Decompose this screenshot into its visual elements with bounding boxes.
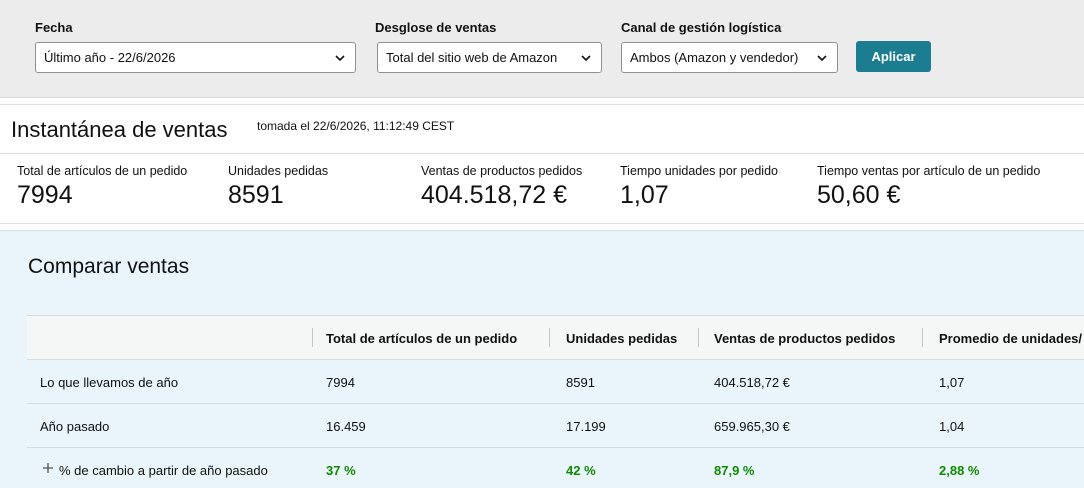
metric-label: Tiempo unidades por pedido [620, 164, 778, 178]
row-label: % de cambio a partir de año pasado [59, 463, 268, 478]
breakdown-filter-label: Desglose de ventas [375, 20, 497, 35]
column-header[interactable]: Total de artículos de un pedido [326, 331, 517, 346]
snapshot-title: Instantánea de ventas [11, 117, 228, 142]
metric-label: Unidades pedidas [228, 164, 329, 178]
row-label: Lo que llevamos de año [40, 375, 179, 390]
table-cell: 7994 [326, 375, 355, 390]
metric-sales-per-item: Tiempo ventas por artículo de un pedido … [817, 164, 1040, 210]
table-row: % de cambio a partir de año pasado 37 % … [27, 448, 1084, 488]
metric-value: 7994 [17, 181, 73, 209]
chevron-down-icon [817, 55, 827, 62]
table-row: Lo que llevamos de año 7994 8591 404.518… [27, 360, 1084, 404]
column-separator [549, 328, 550, 347]
table-cell: 16.459 [326, 419, 366, 434]
table-cell: 8591 [566, 375, 595, 390]
metric-units-ordered: Unidades pedidas 8591 [228, 164, 328, 210]
compare-table: Total de artículos de un pedido Unidades… [27, 315, 1084, 478]
table-cell: 1,07 [939, 375, 965, 390]
table-cell: 1,04 [939, 419, 965, 434]
channel-select-value: Ambos (Amazon y vendedor) [630, 50, 799, 65]
metric-product-sales: Ventas de productos pedidos 404.518,72 € [421, 164, 582, 210]
date-select[interactable]: Último año - 22/6/2026 [35, 42, 356, 73]
column-header[interactable]: Promedio de unidades/ [939, 331, 1082, 346]
column-header[interactable]: Ventas de productos pedidos [714, 331, 895, 346]
channel-filter-label: Canal de gestión logística [621, 20, 782, 35]
metric-value: 1,07 [620, 181, 669, 209]
table-cell: 17.199 [566, 419, 606, 434]
date-filter-label: Fecha [35, 20, 73, 35]
change-cell: 2,88 % [939, 463, 980, 478]
metric-units-per-order: Tiempo unidades por pedido 1,07 [620, 164, 778, 210]
table-row: Año pasado 16.459 17.199 659.965,30 € 1,… [27, 404, 1084, 448]
metric-label: Tiempo ventas por artículo de un pedido [817, 164, 1041, 178]
change-cell: 87,9 % [714, 463, 755, 478]
snapshot-timestamp: tomada el 22/6/2026, 11:12:49 CEST [257, 119, 455, 133]
divider [0, 223, 1084, 224]
chevron-down-icon [581, 55, 591, 62]
table-header: Total de artículos de un pedido Unidades… [27, 316, 1084, 360]
chevron-down-icon [335, 55, 345, 62]
metric-label: Total de artículos de un pedido [17, 164, 188, 178]
breakdown-select[interactable]: Total del sitio web de Amazon [377, 42, 602, 73]
apply-button[interactable]: Aplicar [856, 41, 931, 72]
column-separator [698, 328, 699, 347]
table-cell: 659.965,30 € [714, 419, 790, 434]
compare-section: Comparar ventas Total de artículos de un… [0, 230, 1084, 488]
date-select-value: Último año - 22/6/2026 [44, 50, 176, 65]
date-filter: Fecha [35, 20, 73, 38]
table-cell: 404.518,72 € [714, 375, 790, 390]
snapshot-header: Instantánea de ventas tomada el 22/6/202… [0, 104, 1084, 154]
metric-value: 8591 [228, 181, 284, 209]
plus-icon[interactable] [42, 462, 54, 474]
breakdown-filter: Desglose de ventas [375, 20, 496, 38]
column-separator [922, 328, 923, 347]
channel-select[interactable]: Ambos (Amazon y vendedor) [621, 42, 838, 73]
metric-total-items: Total de artículos de un pedido 7994 [17, 164, 187, 210]
breakdown-select-value: Total del sitio web de Amazon [386, 50, 558, 65]
column-separator [312, 328, 313, 347]
change-cell: 42 % [566, 463, 596, 478]
row-label: Año pasado [40, 419, 110, 434]
change-cell: 37 % [326, 463, 356, 478]
compare-title: Comparar ventas [28, 255, 190, 278]
channel-filter: Canal de gestión logística [621, 20, 781, 38]
metric-value: 50,60 € [817, 181, 901, 209]
metric-label: Ventas de productos pedidos [421, 164, 583, 178]
metric-value: 404.518,72 € [421, 181, 567, 209]
filter-bar: Fecha Último año - 22/6/2026 Desglose de… [0, 0, 1084, 98]
column-header[interactable]: Unidades pedidas [566, 331, 677, 346]
